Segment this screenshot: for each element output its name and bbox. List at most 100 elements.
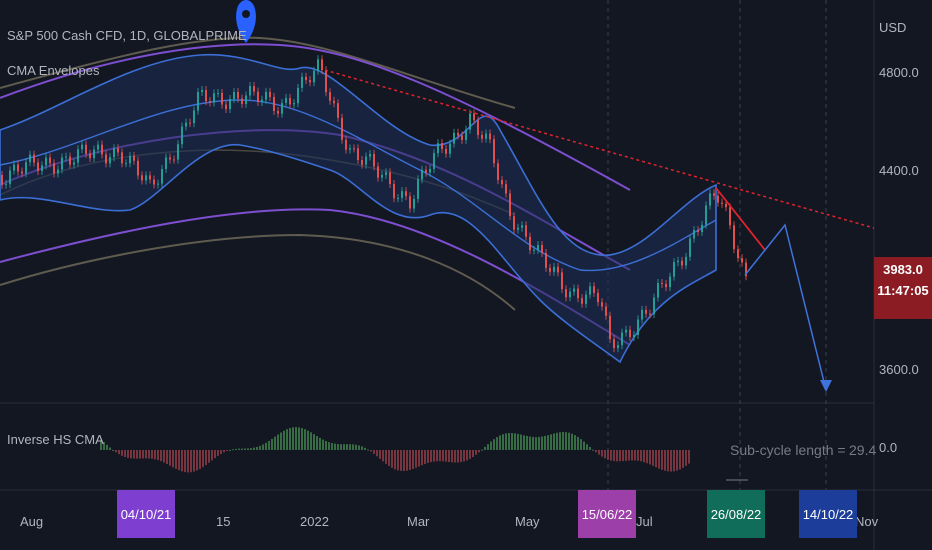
candle-body bbox=[197, 91, 199, 111]
candle-body bbox=[273, 97, 275, 111]
candle-body bbox=[113, 148, 115, 158]
candle-body bbox=[457, 132, 459, 136]
oscillator-bar bbox=[322, 439, 324, 450]
candle-body bbox=[161, 168, 163, 184]
candle-body bbox=[529, 236, 531, 251]
time-tick-jul: Jul bbox=[636, 514, 653, 529]
oscillator-bar bbox=[136, 450, 138, 459]
candle-body bbox=[585, 294, 587, 304]
candle-body bbox=[29, 154, 31, 163]
cma-envelope bbox=[0, 53, 717, 364]
oscillator-bar bbox=[364, 447, 366, 450]
oscillator-bar bbox=[172, 450, 174, 468]
oscillator-bar bbox=[475, 450, 477, 455]
candle-body bbox=[625, 329, 627, 333]
oscillator-bar bbox=[391, 450, 393, 468]
candle-body bbox=[741, 258, 743, 263]
event-pin-icon-hole bbox=[242, 10, 250, 18]
date-tag-14-10-22[interactable]: 14/10/22 bbox=[799, 490, 857, 538]
oscillator-bar bbox=[625, 450, 627, 461]
candle-body bbox=[297, 87, 299, 104]
oscillator-bar bbox=[643, 450, 645, 463]
candle-body bbox=[589, 286, 591, 295]
candle-body bbox=[33, 154, 35, 163]
oscillator-bar bbox=[190, 450, 192, 473]
candle-body bbox=[53, 163, 55, 174]
candle-body bbox=[125, 163, 127, 165]
candle-body bbox=[37, 162, 39, 171]
candle-body bbox=[389, 172, 391, 184]
oscillator-bar bbox=[451, 450, 453, 463]
oscillator-bar bbox=[232, 449, 234, 451]
oscillator-bar bbox=[166, 450, 168, 465]
candle-body bbox=[65, 156, 67, 158]
oscillator-bar bbox=[628, 450, 630, 461]
candle-body bbox=[477, 120, 479, 136]
candle-body bbox=[645, 309, 647, 314]
candle-body bbox=[85, 144, 87, 154]
oscillator-bar bbox=[187, 450, 189, 473]
candle-body bbox=[61, 157, 63, 170]
oscillator-bar bbox=[493, 439, 495, 450]
oscillator-bar bbox=[115, 450, 117, 453]
candle-body bbox=[425, 169, 427, 173]
candle-body bbox=[685, 256, 687, 266]
oscillator-bar bbox=[412, 450, 414, 469]
candle-body bbox=[245, 95, 247, 104]
oscillator-bar bbox=[523, 435, 525, 450]
date-tag-15-06-22[interactable]: 15/06/22 bbox=[578, 490, 636, 538]
symbol-title[interactable]: S&P 500 Cash CFD, 1D, GLOBALPRIME bbox=[7, 28, 247, 43]
candle-body bbox=[317, 59, 319, 71]
oscillator-bar bbox=[163, 450, 165, 463]
candle-body bbox=[341, 117, 343, 140]
oscillator-bar bbox=[274, 436, 276, 450]
candle-body bbox=[165, 157, 167, 169]
oscillator-bar bbox=[496, 437, 498, 450]
candle-body bbox=[497, 163, 499, 181]
candle-body bbox=[81, 144, 83, 150]
candle-body bbox=[385, 172, 387, 176]
oscillator-bar bbox=[352, 444, 354, 450]
oscillator-bar bbox=[400, 450, 402, 471]
oscillator-bar bbox=[355, 444, 357, 450]
oscillator-bar bbox=[193, 450, 195, 472]
time-tick-may: May bbox=[515, 514, 540, 529]
candle-body bbox=[561, 272, 563, 290]
price-tick-4800: 4800.0 bbox=[879, 65, 919, 80]
candle-body bbox=[633, 334, 635, 338]
oscillator-bar bbox=[499, 435, 501, 450]
oscillator-bar bbox=[241, 448, 243, 450]
currency-label: USD bbox=[879, 20, 907, 35]
candle-body bbox=[133, 155, 135, 161]
oscillator-bar bbox=[307, 430, 309, 450]
indicator-label-cma-envelopes[interactable]: CMA Envelopes bbox=[7, 63, 100, 78]
date-tag-26-08-22[interactable]: 26/08/22 bbox=[707, 490, 765, 538]
chart-canvas[interactable] bbox=[0, 0, 932, 550]
candle-body bbox=[649, 313, 651, 315]
oscillator-bar bbox=[124, 450, 126, 457]
oscillator-bar bbox=[145, 450, 147, 459]
candle-body bbox=[17, 164, 19, 172]
oscillator-bar bbox=[388, 450, 390, 467]
oscillator-bar bbox=[427, 450, 429, 463]
price-tick-3600: 3600.0 bbox=[879, 362, 919, 377]
date-tag-04-10-21[interactable]: 04/10/21 bbox=[117, 490, 175, 538]
oscillator-bar bbox=[640, 450, 642, 462]
oscillator-bar bbox=[349, 444, 351, 450]
oscillator-histogram bbox=[100, 427, 690, 473]
oscillator-bar bbox=[262, 444, 264, 450]
oscillator-bar bbox=[199, 450, 201, 470]
candle-body bbox=[453, 132, 455, 144]
candle-body bbox=[641, 309, 643, 320]
candle-body bbox=[361, 160, 363, 165]
indicator-label-inverse-hs-cma[interactable]: Inverse HS CMA bbox=[7, 432, 104, 447]
oscillator-bar bbox=[598, 450, 600, 455]
oscillator-bar bbox=[457, 450, 459, 463]
oscillator-bar bbox=[367, 449, 369, 451]
oscillator-bar bbox=[211, 450, 213, 461]
candle-body bbox=[153, 179, 155, 185]
candle-body bbox=[177, 144, 179, 160]
candle-body bbox=[553, 266, 555, 272]
oscillator-bar bbox=[301, 428, 303, 450]
oscillator-bar bbox=[286, 429, 288, 450]
